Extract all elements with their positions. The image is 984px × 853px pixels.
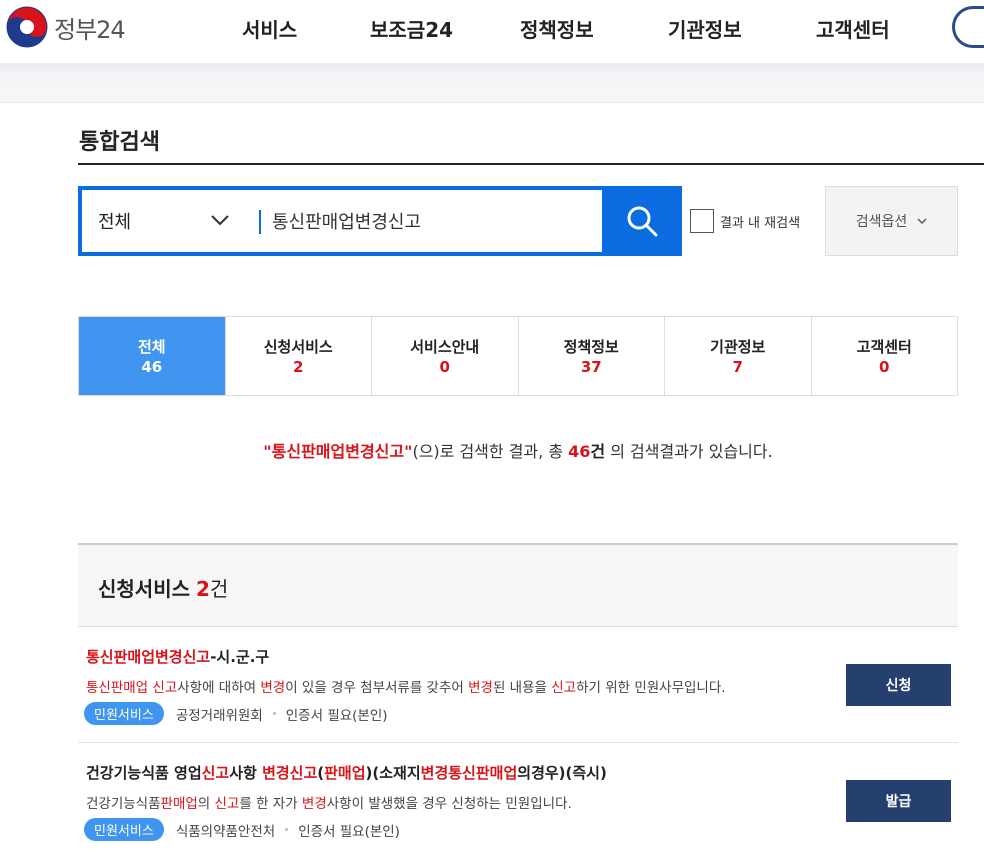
result-org: 식품의약품안전처 (175, 823, 276, 840)
highlighted-text: 판매업 (324, 764, 366, 782)
logo-text: 정부24 (54, 15, 126, 44)
nav-item-services[interactable]: 서비스 (242, 14, 297, 43)
site-header: 정부24 서비스 보조금24 정책정보 기관정보 고객센터 (0, 0, 984, 63)
header-band (0, 63, 984, 103)
summary-keyword: "통신판매업변경신고" (263, 442, 413, 461)
summary-text: (으)로 검색한 결과, 총 (412, 442, 569, 461)
tab-agency-info[interactable]: 기관정보 7 (664, 317, 811, 395)
tab-customer-center[interactable]: 고객센터 0 (810, 317, 957, 395)
section-unit: 건 (209, 577, 229, 601)
nav-item-subsidy24[interactable]: 보조금24 (370, 14, 453, 43)
highlighted-text: 통신판매업 신고 (86, 680, 178, 696)
highlighted-text: 변경 (468, 680, 493, 696)
nav-item-agency[interactable]: 기관정보 (668, 14, 742, 43)
result-divider (78, 742, 958, 743)
highlighted-text: 변경신고 (262, 764, 318, 782)
tab-count: 0 (879, 358, 890, 376)
meta-separator (272, 712, 276, 715)
search-summary: "통신판매업변경신고"(으)로 검색한 결과, 총 46건 의 검색결과가 있습… (0, 438, 984, 462)
summary-total: 46 (568, 442, 591, 461)
tab-service-guide[interactable]: 서비스안내 0 (371, 317, 518, 395)
search-options-button[interactable]: 검색옵션 (825, 186, 958, 256)
text-run: )(소재지 (365, 764, 421, 782)
text-run: 를 한 자가 (239, 796, 302, 812)
text-run: 된 내용을 (492, 680, 552, 696)
result-meta: 민원서비스 공정거래위원회 인증서 필요(본인) (84, 702, 388, 725)
taegeuk-logo-icon (6, 6, 48, 48)
site-logo[interactable]: 정부24 (6, 6, 126, 48)
recheck-label: 결과 내 재검색 (720, 215, 801, 231)
issue-button[interactable]: 발급 (846, 780, 951, 822)
result-category-tabs: 전체 46 신청서비스 2 서비스안내 0 정책정보 37 기관정보 7 고객센… (78, 316, 958, 396)
highlighted-text: 변경 (260, 680, 286, 696)
login-button[interactable] (952, 6, 984, 48)
recheck-checkbox[interactable] (690, 209, 714, 233)
result-org: 공정거래위원회 (175, 707, 263, 724)
tab-label: 전체 (137, 338, 166, 356)
result-cert: 인증서 필요(본인) (298, 823, 400, 840)
section-title-label: 신청서비스 (98, 577, 190, 601)
result-cert: 인증서 필요(본인) (285, 707, 388, 724)
highlighted-text: 변경 (301, 796, 327, 812)
meta-separator (285, 828, 289, 831)
section-title: 신청서비스 2건 (98, 573, 228, 602)
result-title[interactable]: 통신판매업변경신고-시.군.구 (86, 646, 269, 667)
search-scope-select[interactable]: 전체 (82, 190, 260, 252)
summary-tail: 의 검색결과가 있습니다. (605, 442, 773, 461)
search-scope-value: 전체 (98, 212, 132, 233)
tab-label: 서비스안내 (410, 338, 480, 356)
text-run: 사항 (229, 764, 263, 782)
text-run: 건강기능식품 영업 (86, 764, 202, 782)
text-run: 건강기능식품 (86, 796, 161, 812)
search-button[interactable] (602, 186, 682, 256)
text-run: 사항에 대하여 (177, 680, 261, 696)
text-run: 의경우)(즉시) (517, 764, 607, 782)
result-title[interactable]: 건강기능식품 영업신고사항 변경신고(판매업)(소재지변경통신판매업의경우)(즉… (86, 762, 607, 783)
highlighted-text: 신고 (201, 764, 230, 782)
page-title: 통합검색 (79, 130, 160, 155)
category-badge: 민원서비스 (84, 702, 164, 725)
tab-application-services[interactable]: 신청서비스 2 (224, 317, 371, 395)
tab-label: 신청서비스 (263, 338, 333, 356)
tab-label: 정책정보 (563, 338, 619, 356)
search-cursor-bar (259, 210, 261, 234)
text-run: 사항이 발생했을 경우 신청하는 민원입니다. (326, 796, 572, 812)
chevron-down-icon (211, 215, 229, 226)
category-badge: 민원서비스 (84, 818, 164, 841)
summary-unit: 건 (590, 442, 606, 461)
tab-count: 2 (293, 358, 304, 376)
highlighted-text: 신고 (551, 680, 577, 696)
text-run: 의 (197, 796, 215, 812)
highlighted-text: 통신판매업변경신고 (86, 648, 211, 666)
result-description: 통신판매업 신고사항에 대하여 변경이 있을 경우 첨부서류를 갖추어 변경된 … (86, 676, 726, 696)
highlighted-text: 판매업 (160, 796, 198, 812)
tab-label: 기관정보 (710, 338, 766, 356)
text-run: -시.군.구 (210, 648, 270, 666)
section-header: 신청서비스 2건 (78, 543, 958, 627)
text-run: 이 있을 경우 첨부서류를 갖추어 (285, 680, 469, 696)
nav-item-policy[interactable]: 정책정보 (520, 14, 594, 43)
tab-count: 37 (580, 358, 602, 376)
tab-count: 46 (141, 358, 163, 376)
highlighted-text: 변경통신판매업 (420, 764, 518, 782)
tab-label: 고객센터 (856, 338, 912, 356)
tab-policy-info[interactable]: 정책정보 37 (517, 317, 664, 395)
tab-all[interactable]: 전체 46 (79, 317, 225, 395)
result-description: 건강기능식품판매업의 신고를 한 자가 변경사항이 발생했을 경우 신청하는 민… (86, 792, 572, 812)
tab-count: 0 (439, 358, 450, 376)
search-options-label: 검색옵션 (855, 214, 908, 230)
section-count: 2 (196, 577, 210, 601)
chevron-down-icon (917, 218, 927, 224)
search-box: 전체 (78, 186, 682, 256)
recheck-toggle[interactable]: 결과 내 재검색 (690, 209, 800, 233)
nav-item-customer-center[interactable]: 고객센터 (816, 14, 890, 43)
apply-button[interactable]: 신청 (846, 664, 951, 706)
highlighted-text: 신고 (214, 796, 240, 812)
text-run: 하기 위한 민원사무입니다. (576, 680, 726, 696)
tab-count: 7 (732, 358, 743, 376)
result-meta: 민원서비스 식품의약품안전처 인증서 필요(본인) (84, 818, 400, 841)
search-icon (627, 206, 658, 237)
search-input[interactable] (272, 190, 592, 252)
title-divider (78, 163, 984, 165)
